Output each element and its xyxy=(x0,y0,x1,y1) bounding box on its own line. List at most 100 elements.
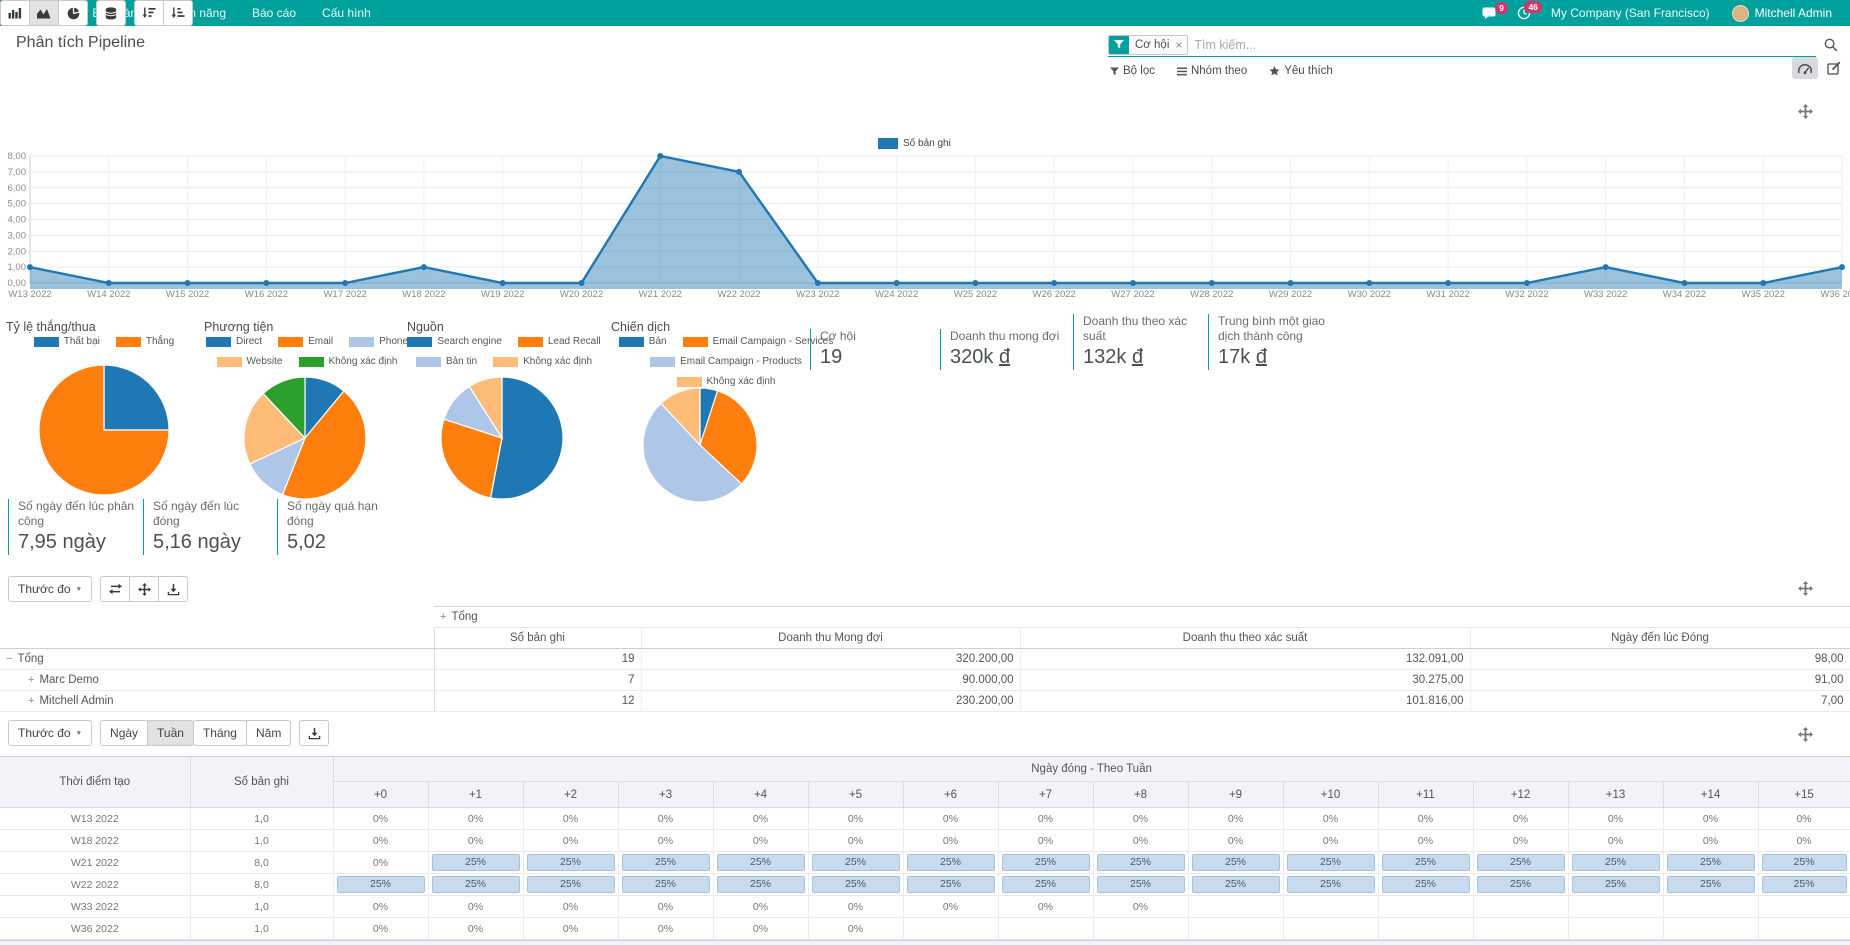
expand-all-button[interactable] xyxy=(129,576,159,602)
cohort-row-label: W13 2022 xyxy=(0,808,190,830)
legend-label: Search engine xyxy=(437,336,502,347)
line-chart-button[interactable] xyxy=(29,0,59,26)
cohort-cell xyxy=(1378,918,1473,940)
cohort-cell: 0% xyxy=(808,896,903,918)
messages-button[interactable]: 9 xyxy=(1482,7,1497,20)
pivot-measure-header[interactable]: Doanh thu theo xác suất xyxy=(1020,628,1470,649)
legend-color-chip xyxy=(619,337,644,347)
cohort-offset-header: +8 xyxy=(1093,782,1188,808)
activities-button[interactable]: 46 xyxy=(1517,6,1531,20)
interval-month-button[interactable]: Tháng xyxy=(193,720,247,746)
cohort-cell xyxy=(1758,896,1850,918)
cohort-cell: 25% xyxy=(523,874,618,896)
filters-button[interactable]: Bộ lọc xyxy=(1110,65,1155,77)
user-menu[interactable]: Mitchell Admin xyxy=(1732,5,1832,22)
cohort-cell: 0% xyxy=(1473,830,1568,852)
cohort-cell: 0% xyxy=(1188,830,1283,852)
download-xlsx-button[interactable] xyxy=(158,576,188,602)
graph-expand-button[interactable] xyxy=(1798,104,1813,122)
edit-dashboard-button[interactable] xyxy=(1821,57,1847,79)
pie-slice xyxy=(700,391,757,484)
facet-remove-icon[interactable]: × xyxy=(1175,36,1187,54)
pie-slice xyxy=(39,365,169,495)
cohort-cell: 25% xyxy=(428,874,523,896)
pivot-row-label[interactable]: +Mitchell Admin xyxy=(0,691,434,712)
cohort-download-button[interactable] xyxy=(299,720,329,746)
cohort-table: Thời điểm tạoSố bản ghiNgày đóng - Theo … xyxy=(0,756,1850,940)
currency-symbol: đ xyxy=(999,346,1010,368)
flip-axis-button[interactable] xyxy=(100,576,130,602)
pivot-measures-button[interactable]: Thước đo▼ xyxy=(8,576,92,602)
svg-text:W27 2022: W27 2022 xyxy=(1111,289,1154,300)
cohort-offset-header: +3 xyxy=(618,782,713,808)
pivot-measure-header[interactable]: Doanh thu Mong đợi xyxy=(641,628,1020,649)
legend-item: Email Campaign - Products xyxy=(650,356,802,367)
svg-text:7,00: 7,00 xyxy=(8,167,27,178)
cohort-cell: 0% xyxy=(998,808,1093,830)
pivot-value-cell: 90.000,00 xyxy=(641,670,1020,691)
search-icon[interactable] xyxy=(1824,38,1838,52)
cohort-count-cell: 8,0 xyxy=(190,874,333,896)
cohort-offset-header: +9 xyxy=(1188,782,1283,808)
cohort-measures-button[interactable]: Thước đo▼ xyxy=(8,720,92,746)
pie-legend-row: DirectEmailPhone xyxy=(57,336,557,347)
cohort-expand-button[interactable] xyxy=(1798,727,1813,745)
dashboard-view-button[interactable] xyxy=(1792,57,1818,79)
cohort-cell: 25% xyxy=(713,874,808,896)
legend-item: Không xác định xyxy=(677,376,776,387)
pivot-row-label[interactable]: +Marc Demo xyxy=(0,670,434,691)
cohort-cell: 25% xyxy=(1188,852,1283,874)
pivot-row: +Marc Demo790.000,0030.275,0091,00 xyxy=(0,670,1850,691)
cohort-cell: 0% xyxy=(713,896,808,918)
cohort-cell: 0% xyxy=(1093,830,1188,852)
cohort-offset-header: +2 xyxy=(523,782,618,808)
interval-day-button[interactable]: Ngày xyxy=(100,720,148,746)
cohort-cell: 0% xyxy=(998,896,1093,918)
favorites-button[interactable]: Yêu thích xyxy=(1269,65,1333,77)
svg-text:4,00: 4,00 xyxy=(8,215,27,226)
company-switcher[interactable]: My Company (San Francisco) xyxy=(1551,6,1710,20)
sort-descending-button[interactable] xyxy=(134,0,164,26)
cohort-highlight-cell: 25% xyxy=(432,854,520,871)
svg-text:1,00: 1,00 xyxy=(8,262,27,273)
cohort-offset-header: +13 xyxy=(1568,782,1663,808)
legend-item: Website xyxy=(217,356,283,367)
cohort-highlight-cell: 25% xyxy=(622,876,710,893)
pivot-value-cell: 7 xyxy=(434,670,641,691)
interval-week-button[interactable]: Tuần xyxy=(147,720,194,746)
search-facet[interactable]: Cơ hội × xyxy=(1108,35,1188,55)
pivot-measure-header[interactable]: Số bản ghi xyxy=(434,628,641,649)
messages-badge: 9 xyxy=(1495,2,1508,14)
svg-text:W20 2022: W20 2022 xyxy=(560,289,603,300)
cohort-cell xyxy=(1663,896,1758,918)
stacked-toggle-button[interactable] xyxy=(96,0,126,26)
cohort-row: W36 20221,00%0%0%0%0%0% xyxy=(0,918,1850,940)
svg-text:6,00: 6,00 xyxy=(8,183,27,194)
pie-slice xyxy=(283,391,366,499)
cohort-row-header: Thời điểm tạo xyxy=(0,757,190,808)
cohort-offset-header: +14 xyxy=(1663,782,1758,808)
interval-year-button[interactable]: Năm xyxy=(246,720,291,746)
sort-ascending-button[interactable] xyxy=(163,0,193,26)
legend-item: Phone xyxy=(349,336,408,347)
pivot-expand-button[interactable] xyxy=(1798,581,1813,599)
menu-bao-cao[interactable]: Báo cáo xyxy=(239,0,309,26)
pivot-measure-header[interactable]: Ngày đến lúc Đóng xyxy=(1470,628,1850,649)
arrows-expand-icon xyxy=(1798,727,1813,742)
groupby-button[interactable]: Nhóm theo xyxy=(1177,65,1247,77)
cohort-row-label: W36 2022 xyxy=(0,918,190,940)
svg-text:W35 2022: W35 2022 xyxy=(1742,289,1785,300)
bar-chart-button[interactable] xyxy=(0,0,30,26)
cohort-offset-header: +6 xyxy=(903,782,998,808)
cohort-row-label: W21 2022 xyxy=(0,852,190,874)
pivot-row-label[interactable]: −Tổng xyxy=(0,649,434,670)
svg-text:W21 2022: W21 2022 xyxy=(639,289,682,300)
pivot-column-group-header[interactable]: +Tổng xyxy=(434,607,1850,628)
pie-chart-button[interactable] xyxy=(58,0,88,26)
search-input[interactable] xyxy=(1194,35,1816,55)
cohort-cell: 0% xyxy=(1283,808,1378,830)
legend-label: Direct xyxy=(236,336,262,347)
menu-cau-hinh[interactable]: Cấu hình xyxy=(309,0,384,26)
arrows-expand-icon xyxy=(1798,581,1813,596)
kpi-label: Doanh thu theo xác suất xyxy=(1083,314,1200,343)
